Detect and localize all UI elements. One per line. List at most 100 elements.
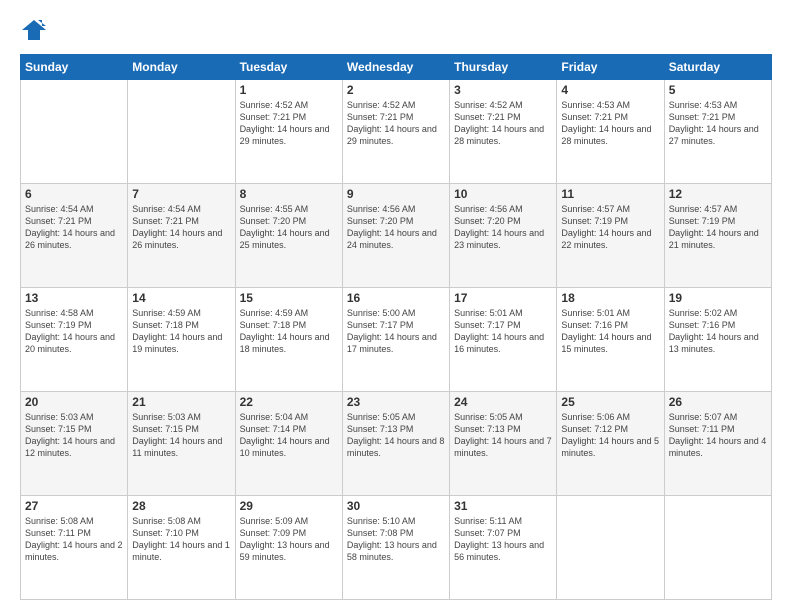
day-info: Sunrise: 4:56 AM Sunset: 7:20 PM Dayligh… (347, 203, 445, 252)
calendar-cell: 28 Sunrise: 5:08 AM Sunset: 7:10 PM Dayli… (128, 496, 235, 600)
calendar-cell: 14 Sunrise: 4:59 AM Sunset: 7:18 PM Dayli… (128, 288, 235, 392)
day-info: Sunrise: 5:04 AM Sunset: 7:14 PM Dayligh… (240, 411, 338, 460)
calendar-cell: 26 Sunrise: 5:07 AM Sunset: 7:11 PM Dayli… (664, 392, 771, 496)
day-info: Sunrise: 5:00 AM Sunset: 7:17 PM Dayligh… (347, 307, 445, 356)
calendar-cell: 17 Sunrise: 5:01 AM Sunset: 7:17 PM Dayli… (450, 288, 557, 392)
logo (20, 16, 50, 44)
day-info: Sunrise: 4:56 AM Sunset: 7:20 PM Dayligh… (454, 203, 552, 252)
weekday-header-tuesday: Tuesday (235, 55, 342, 80)
day-number: 31 (454, 499, 552, 513)
calendar-cell: 20 Sunrise: 5:03 AM Sunset: 7:15 PM Dayli… (21, 392, 128, 496)
calendar-cell: 9 Sunrise: 4:56 AM Sunset: 7:20 PM Daylig… (342, 184, 449, 288)
day-info: Sunrise: 5:02 AM Sunset: 7:16 PM Dayligh… (669, 307, 767, 356)
day-info: Sunrise: 5:11 AM Sunset: 7:07 PM Dayligh… (454, 515, 552, 564)
calendar-cell: 25Sunrise: 5:06 AM Sunset: 7:12 PM Dayli… (557, 392, 664, 496)
day-info: Sunrise: 5:10 AM Sunset: 7:08 PM Dayligh… (347, 515, 445, 564)
calendar-cell: 21Sunrise: 5:03 AM Sunset: 7:15 PM Dayli… (128, 392, 235, 496)
calendar-cell: 10 Sunrise: 4:56 AM Sunset: 7:20 PM Dayli… (450, 184, 557, 288)
weekday-header-sunday: Sunday (21, 55, 128, 80)
day-info: Sunrise: 5:05 AM Sunset: 7:13 PM Dayligh… (454, 411, 552, 460)
day-number: 14 (132, 291, 230, 305)
day-info: Sunrise: 4:53 AM Sunset: 7:21 PM Dayligh… (561, 99, 659, 148)
day-info: Sunrise: 4:59 AM Sunset: 7:18 PM Dayligh… (240, 307, 338, 356)
calendar-cell: 23 Sunrise: 5:05 AM Sunset: 7:13 PM Dayli… (342, 392, 449, 496)
calendar-week-row: 27 Sunrise: 5:08 AM Sunset: 7:11 PM Dayli… (21, 496, 772, 600)
day-info: Sunrise: 4:58 AM Sunset: 7:19 PM Dayligh… (25, 307, 123, 356)
day-number: 28 (132, 499, 230, 513)
calendar-cell: 13 Sunrise: 4:58 AM Sunset: 7:19 PM Dayli… (21, 288, 128, 392)
calendar-cell: 30Sunrise: 5:10 AM Sunset: 7:08 PM Dayli… (342, 496, 449, 600)
weekday-header-thursday: Thursday (450, 55, 557, 80)
day-number: 27 (25, 499, 123, 513)
day-info: Sunrise: 5:09 AM Sunset: 7:09 PM Dayligh… (240, 515, 338, 564)
calendar-cell: 8 Sunrise: 4:55 AM Sunset: 7:20 PM Daylig… (235, 184, 342, 288)
day-number: 8 (240, 187, 338, 201)
weekday-header-friday: Friday (557, 55, 664, 80)
calendar-body: 1 Sunrise: 4:52 AM Sunset: 7:21 PM Daylig… (21, 80, 772, 600)
day-info: Sunrise: 4:52 AM Sunset: 7:21 PM Dayligh… (347, 99, 445, 148)
weekday-header-monday: Monday (128, 55, 235, 80)
day-info: Sunrise: 4:57 AM Sunset: 7:19 PM Dayligh… (669, 203, 767, 252)
day-number: 5 (669, 83, 767, 97)
calendar-header-row: SundayMondayTuesdayWednesdayThursdayFrid… (21, 55, 772, 80)
calendar-cell: 31 Sunrise: 5:11 AM Sunset: 7:07 PM Dayli… (450, 496, 557, 600)
logo-icon (20, 16, 48, 44)
calendar-week-row: 13 Sunrise: 4:58 AM Sunset: 7:19 PM Dayli… (21, 288, 772, 392)
day-number: 29 (240, 499, 338, 513)
day-number: 26 (669, 395, 767, 409)
calendar-week-row: 1 Sunrise: 4:52 AM Sunset: 7:21 PM Daylig… (21, 80, 772, 184)
day-info: Sunrise: 4:59 AM Sunset: 7:18 PM Dayligh… (132, 307, 230, 356)
day-number: 22 (240, 395, 338, 409)
day-number: 20 (25, 395, 123, 409)
calendar-cell: 3 Sunrise: 4:52 AM Sunset: 7:21 PM Daylig… (450, 80, 557, 184)
day-number: 9 (347, 187, 445, 201)
day-info: Sunrise: 4:57 AM Sunset: 7:19 PM Dayligh… (561, 203, 659, 252)
day-info: Sunrise: 5:05 AM Sunset: 7:13 PM Dayligh… (347, 411, 445, 460)
day-info: Sunrise: 5:01 AM Sunset: 7:17 PM Dayligh… (454, 307, 552, 356)
calendar-cell: 29 Sunrise: 5:09 AM Sunset: 7:09 PM Dayli… (235, 496, 342, 600)
day-number: 11 (561, 187, 659, 201)
day-number: 1 (240, 83, 338, 97)
day-number: 23 (347, 395, 445, 409)
day-info: Sunrise: 5:08 AM Sunset: 7:10 PM Dayligh… (132, 515, 230, 564)
calendar-cell (128, 80, 235, 184)
day-info: Sunrise: 5:06 AM Sunset: 7:12 PM Dayligh… (561, 411, 659, 460)
calendar-cell: 15 Sunrise: 4:59 AM Sunset: 7:18 PM Dayli… (235, 288, 342, 392)
calendar-cell: 1 Sunrise: 4:52 AM Sunset: 7:21 PM Daylig… (235, 80, 342, 184)
day-info: Sunrise: 4:54 AM Sunset: 7:21 PM Dayligh… (25, 203, 123, 252)
day-info: Sunrise: 5:03 AM Sunset: 7:15 PM Dayligh… (132, 411, 230, 460)
day-info: Sunrise: 4:55 AM Sunset: 7:20 PM Dayligh… (240, 203, 338, 252)
day-info: Sunrise: 5:08 AM Sunset: 7:11 PM Dayligh… (25, 515, 123, 564)
day-number: 3 (454, 83, 552, 97)
day-info: Sunrise: 4:52 AM Sunset: 7:21 PM Dayligh… (240, 99, 338, 148)
calendar-cell: 2Sunrise: 4:52 AM Sunset: 7:21 PM Daylig… (342, 80, 449, 184)
day-number: 13 (25, 291, 123, 305)
day-info: Sunrise: 4:52 AM Sunset: 7:21 PM Dayligh… (454, 99, 552, 148)
day-info: Sunrise: 4:53 AM Sunset: 7:21 PM Dayligh… (669, 99, 767, 148)
calendar-cell: 5 Sunrise: 4:53 AM Sunset: 7:21 PM Daylig… (664, 80, 771, 184)
calendar-cell: 18Sunrise: 5:01 AM Sunset: 7:16 PM Dayli… (557, 288, 664, 392)
calendar-cell (21, 80, 128, 184)
weekday-header-saturday: Saturday (664, 55, 771, 80)
day-number: 10 (454, 187, 552, 201)
calendar-cell: 19Sunrise: 5:02 AM Sunset: 7:16 PM Dayli… (664, 288, 771, 392)
calendar-cell: 27 Sunrise: 5:08 AM Sunset: 7:11 PM Dayli… (21, 496, 128, 600)
calendar-cell: 11 Sunrise: 4:57 AM Sunset: 7:19 PM Dayli… (557, 184, 664, 288)
weekday-header-wednesday: Wednesday (342, 55, 449, 80)
calendar-cell: 7Sunrise: 4:54 AM Sunset: 7:21 PM Daylig… (128, 184, 235, 288)
day-number: 24 (454, 395, 552, 409)
calendar-cell: 24 Sunrise: 5:05 AM Sunset: 7:13 PM Dayli… (450, 392, 557, 496)
day-number: 4 (561, 83, 659, 97)
calendar-cell: 4 Sunrise: 4:53 AM Sunset: 7:21 PM Daylig… (557, 80, 664, 184)
calendar-cell (557, 496, 664, 600)
day-number: 6 (25, 187, 123, 201)
day-info: Sunrise: 5:03 AM Sunset: 7:15 PM Dayligh… (25, 411, 123, 460)
day-info: Sunrise: 5:07 AM Sunset: 7:11 PM Dayligh… (669, 411, 767, 460)
day-number: 12 (669, 187, 767, 201)
calendar-week-row: 6 Sunrise: 4:54 AM Sunset: 7:21 PM Daylig… (21, 184, 772, 288)
day-number: 15 (240, 291, 338, 305)
day-info: Sunrise: 5:01 AM Sunset: 7:16 PM Dayligh… (561, 307, 659, 356)
calendar-cell: 16Sunrise: 5:00 AM Sunset: 7:17 PM Dayli… (342, 288, 449, 392)
day-number: 7 (132, 187, 230, 201)
day-number: 17 (454, 291, 552, 305)
